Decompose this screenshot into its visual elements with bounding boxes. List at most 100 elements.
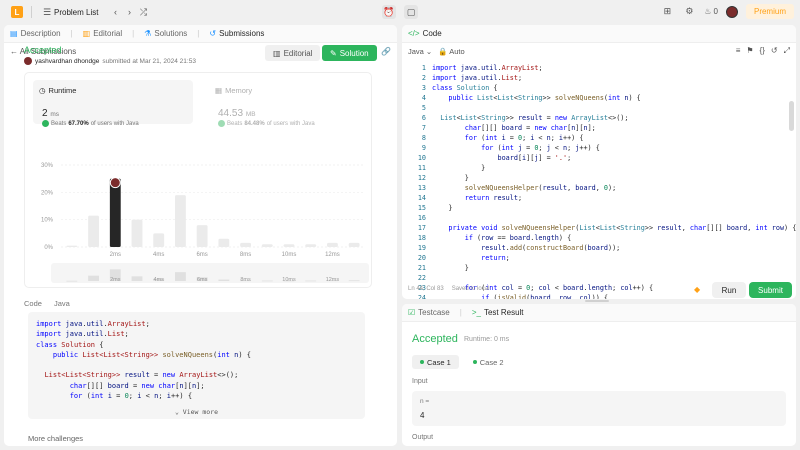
editor-scrollbar[interactable] xyxy=(789,101,794,131)
code-line: public List<List<String>> solveNQueens(i… xyxy=(448,94,641,103)
book-icon: ▥ xyxy=(82,29,91,38)
timer-icon[interactable]: ⏰ xyxy=(382,5,396,19)
code-line: List<List<String>> result = new ArrayLis… xyxy=(44,371,239,380)
list-icon[interactable]: ☰ xyxy=(40,5,54,19)
mini-bar xyxy=(175,272,186,281)
input-name: n = xyxy=(420,398,430,405)
bookmark-icon[interactable]: ⚑ xyxy=(746,46,753,56)
editorial-button[interactable]: ▥ Editorial xyxy=(265,45,321,61)
submission-status: Accepted xyxy=(24,45,62,55)
tab-label: Editorial xyxy=(93,29,123,38)
editor-title: Code xyxy=(422,29,442,38)
code-lines: import java.util.ArrayList; import java.… xyxy=(432,63,796,299)
braces-icon[interactable]: {} xyxy=(760,46,765,56)
notes-icon[interactable]: ▢ xyxy=(404,5,418,19)
bar xyxy=(196,225,208,247)
editor-header: </> Code xyxy=(402,25,796,43)
pass-dot-icon xyxy=(472,360,477,364)
line-number: 3 xyxy=(421,84,426,93)
tab-editorial[interactable]: ▥ Editorial xyxy=(83,29,122,38)
code-line: } xyxy=(432,204,453,213)
leetcode-logo[interactable]: L xyxy=(11,6,23,18)
bar xyxy=(109,178,121,247)
code-line: return result; xyxy=(464,194,523,203)
bulb-icon[interactable]: ◆ xyxy=(694,285,704,295)
view-more-button[interactable]: ⌄ View more xyxy=(28,407,365,417)
language-select[interactable]: Java ⌄ xyxy=(408,47,432,56)
bar xyxy=(240,242,251,247)
line-number: 10 xyxy=(417,154,426,163)
tab-label: Testcase xyxy=(418,308,450,317)
gear-icon[interactable]: ⚙ xyxy=(682,5,696,19)
mode-value: Auto xyxy=(449,46,465,56)
auto-mode-toggle[interactable]: 🔒 Auto xyxy=(438,47,464,56)
y-tick-label: 0% xyxy=(44,245,53,251)
shuffle-icon[interactable]: ⤮ xyxy=(136,5,150,19)
tab-label: Solutions xyxy=(154,29,188,38)
x-tick-label: 4ms xyxy=(153,252,164,258)
center-tools: ⏰ ▢ xyxy=(382,5,418,19)
avatar[interactable] xyxy=(725,5,738,18)
line-number: 20 xyxy=(417,254,426,263)
x-tick-label: 8ms xyxy=(240,252,251,258)
run-button[interactable]: Run xyxy=(712,282,746,298)
tab-label: Submissions xyxy=(219,29,265,38)
tab-description[interactable]: ▤ Description xyxy=(10,29,61,38)
reset-icon[interactable]: ↺ xyxy=(771,46,778,56)
line-number: 12 xyxy=(417,174,426,183)
code-line: for (int j = 0; j < n; j++) { xyxy=(481,144,600,153)
submit-button[interactable]: Submit xyxy=(749,282,792,298)
fullscreen-icon[interactable]: ⤢ xyxy=(784,46,790,56)
runtime-distribution-chart[interactable]: 30% 20% 10% 0% 2ms 4ms 6ms 8ms 10ms 12ms 2ms 4ms 6ms… xyxy=(25,73,373,289)
chevron-right-icon[interactable]: › xyxy=(122,5,136,19)
x-tick-label: 10ms xyxy=(282,252,297,258)
code-line: if (row == board.length) { xyxy=(464,234,572,243)
line-number: 13 xyxy=(417,184,426,193)
more-challenges[interactable]: More challenges xyxy=(28,434,83,443)
author-avatar[interactable] xyxy=(24,57,32,65)
case-tabs: Case 1 Case 2 xyxy=(412,355,512,369)
tab-submissions[interactable]: ↺ Submissions xyxy=(209,29,264,38)
line-number: 15 xyxy=(417,204,426,213)
input-label: Input xyxy=(412,378,428,385)
terminal-icon: >_ xyxy=(471,308,481,317)
cursor-position: Ln 44, Col 83 xyxy=(408,286,444,292)
chevron-left-icon[interactable]: ‹ xyxy=(108,5,122,19)
streak-counter[interactable]: ♨ 0 xyxy=(704,7,718,16)
bar xyxy=(175,195,186,247)
doc-icon: ▤ xyxy=(10,29,18,38)
history-icon: ↺ xyxy=(209,29,217,38)
output-label: Output xyxy=(412,434,434,441)
code-line: import java.util.ArrayList; xyxy=(36,320,150,328)
premium-button[interactable]: Premium xyxy=(745,4,794,19)
code-editor-panel: </> Code Java ⌄ 🔒 Auto ≡ ⚑ {} ↺ ⤢ 123456… xyxy=(402,25,796,299)
code-line: import java.util.List; xyxy=(432,74,523,83)
tab-test-result[interactable]: >_ Test Result xyxy=(472,308,524,317)
panel-resize-handle[interactable] xyxy=(585,300,609,302)
line-number: 14 xyxy=(417,194,426,203)
link-icon[interactable]: 🔗 xyxy=(381,47,391,56)
line-number: 21 xyxy=(417,264,426,273)
code-editor[interactable]: 1234567891011121314151617181920212223242… xyxy=(402,61,796,299)
problem-list-link[interactable]: Problem List xyxy=(54,8,98,17)
editorial-label: Editorial xyxy=(283,48,313,58)
tab-solutions[interactable]: ⚗ Solutions xyxy=(144,29,187,38)
bar xyxy=(348,242,360,247)
editor-toolbar: Java ⌄ 🔒 Auto ≡ ⚑ {} ↺ ⤢ xyxy=(402,43,796,59)
code-line: } xyxy=(432,264,469,273)
solution-button[interactable]: ✎ Solution xyxy=(322,45,377,61)
line-number: 5 xyxy=(421,104,426,113)
code-line: import java.util.List; xyxy=(36,330,129,339)
submission-author: yashvardhan dhondge submitted at Mar 21,… xyxy=(24,57,196,65)
code-line: char[][] board = new char[n][n]; xyxy=(69,381,205,390)
author-name[interactable]: yashvardhan dhondge xyxy=(35,58,99,65)
case-tab-2[interactable]: Case 2 xyxy=(465,355,512,369)
editor-icons: ≡ ⚑ {} ↺ ⤢ xyxy=(736,46,790,56)
grid-icon[interactable]: ⊞ xyxy=(660,5,674,19)
tab-testcase[interactable]: ☑ Testcase xyxy=(408,308,450,317)
case-tab-1[interactable]: Case 1 xyxy=(412,355,459,369)
format-icon[interactable]: ≡ xyxy=(736,46,741,56)
pass-dot-icon xyxy=(420,360,424,364)
bar xyxy=(218,238,230,247)
